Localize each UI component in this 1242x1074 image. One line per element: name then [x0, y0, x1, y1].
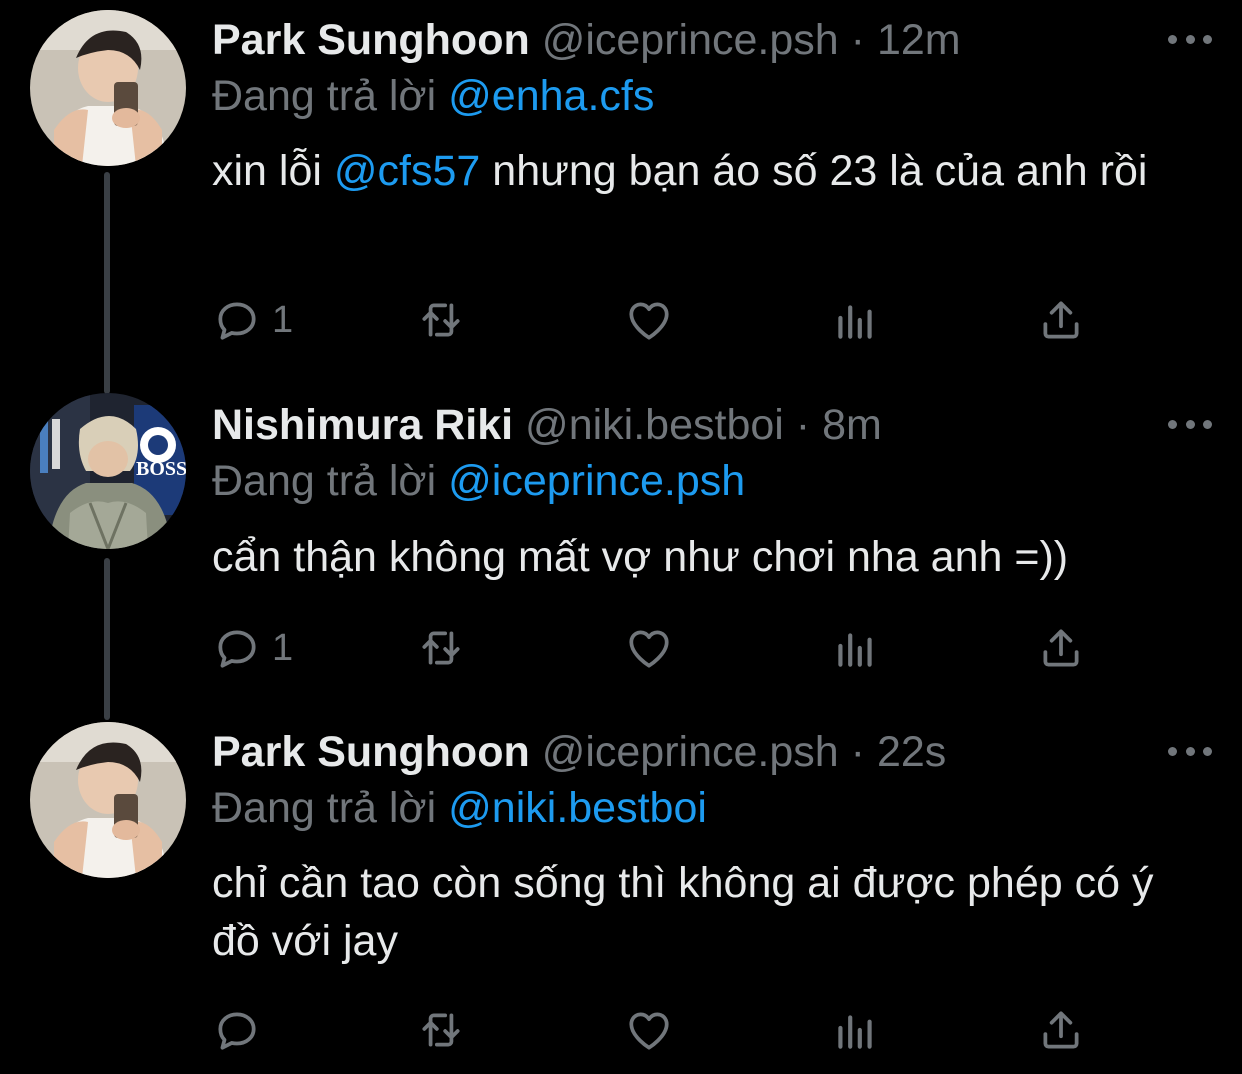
tweet-text-part: nhưng bạn áo số 23 là của anh rồi	[480, 147, 1148, 195]
share-button[interactable]	[1036, 1000, 1086, 1060]
avatar[interactable]: BOSS	[30, 393, 186, 549]
tweet-header: Park Sunghoon @iceprince.psh · 22s	[212, 726, 946, 778]
share-button[interactable]	[1036, 618, 1086, 678]
like-icon	[629, 630, 669, 668]
tweet-text: cẩn thận không mất vợ như chơi nha anh =…	[212, 533, 1069, 581]
like-icon	[629, 1012, 669, 1050]
more-icon[interactable]	[1168, 409, 1212, 439]
retweet-icon	[422, 631, 460, 665]
tweet-text: chỉ cần tao còn sống thì không ai được p…	[212, 859, 1154, 965]
display-name[interactable]: Nishimura Riki	[212, 401, 513, 449]
views-icon	[838, 633, 872, 667]
reply-to-mention[interactable]: @iceprince.psh	[448, 457, 745, 505]
tweet-actions: 1	[212, 290, 1112, 350]
retweet-button[interactable]	[416, 1000, 466, 1060]
views-button[interactable]	[830, 1000, 880, 1060]
tweet-text: xin lỗi @cfs57 nhưng bạn áo số 23 là của…	[212, 142, 1202, 200]
reply-to-mention[interactable]: @niki.bestboi	[448, 784, 707, 832]
share-icon	[1043, 629, 1079, 667]
reply-to-mention[interactable]: @enha.cfs	[448, 72, 654, 120]
avatar-photo: BOSS	[30, 393, 186, 549]
replying-to: Đang trả lời @niki.bestboi	[212, 782, 707, 834]
reply-count: 1	[272, 626, 294, 669]
replying-to-label: Đang trả lời	[212, 784, 437, 832]
like-button[interactable]	[624, 1000, 674, 1060]
more-icon[interactable]	[1168, 24, 1212, 54]
replying-to-label: Đang trả lời	[212, 457, 437, 505]
replying-to: Đang trả lời @enha.cfs	[212, 70, 654, 122]
tweet-actions: 1	[212, 618, 1112, 678]
views-icon	[838, 1015, 872, 1049]
like-button[interactable]	[624, 290, 674, 350]
reply-icon	[218, 302, 256, 340]
like-button[interactable]	[624, 618, 674, 678]
like-icon	[629, 302, 669, 340]
retweet-button[interactable]	[416, 618, 466, 678]
views-icon	[838, 305, 872, 339]
reply-icon	[218, 630, 256, 668]
retweet-button[interactable]	[416, 290, 466, 350]
tweet-actions	[212, 1000, 1112, 1060]
tweet[interactable]: Park Sunghoon @iceprince.psh · 22s Đang …	[0, 712, 1242, 1074]
timestamp[interactable]: 22s	[877, 728, 946, 776]
share-button[interactable]	[1036, 290, 1086, 350]
retweet-icon	[422, 303, 460, 337]
views-button[interactable]	[830, 618, 880, 678]
replying-to: Đang trả lời @iceprince.psh	[212, 455, 745, 507]
avatar-logo-text: BOSS	[136, 458, 186, 480]
tweet-header: Park Sunghoon @iceprince.psh · 12m	[212, 14, 961, 66]
tweet-header: Nishimura Riki @niki.bestboi · 8m	[212, 399, 882, 451]
inline-mention[interactable]: @cfs57	[334, 147, 480, 195]
display-name[interactable]: Park Sunghoon	[212, 728, 530, 776]
avatar-photo	[30, 10, 186, 166]
display-name[interactable]: Park Sunghoon	[212, 16, 530, 64]
avatar[interactable]	[30, 10, 186, 166]
share-icon	[1043, 301, 1079, 339]
reply-button[interactable]: 1	[212, 618, 293, 678]
reply-count: 1	[272, 298, 294, 341]
separator-dot: ·	[795, 401, 811, 449]
timestamp[interactable]: 8m	[822, 401, 882, 449]
reply-icon	[218, 1012, 256, 1050]
user-handle[interactable]: @iceprince.psh	[542, 16, 839, 64]
retweet-icon	[422, 1013, 460, 1047]
views-button[interactable]	[830, 290, 880, 350]
share-icon	[1043, 1011, 1079, 1049]
avatar[interactable]	[30, 722, 186, 878]
separator-dot: ·	[850, 16, 865, 64]
reply-button[interactable]	[212, 1000, 272, 1060]
more-icon[interactable]	[1168, 736, 1212, 766]
user-handle[interactable]: @iceprince.psh	[542, 728, 839, 776]
tweet[interactable]: Park Sunghoon @iceprince.psh · 12m Đang …	[0, 0, 1242, 380]
conversation-thread: Park Sunghoon @iceprince.psh · 12m Đang …	[0, 0, 1242, 1074]
tweet-text-part: xin lỗi	[212, 147, 334, 195]
separator-dot: ·	[850, 728, 865, 776]
user-handle[interactable]: @niki.bestboi	[525, 401, 784, 449]
avatar-photo	[30, 722, 186, 878]
timestamp[interactable]: 12m	[877, 16, 961, 64]
reply-button[interactable]: 1	[212, 290, 293, 350]
tweet[interactable]: BOSS Nishimura Riki @niki.bestboi · 8m Đ…	[0, 385, 1242, 705]
replying-to-label: Đang trả lời	[212, 72, 437, 120]
